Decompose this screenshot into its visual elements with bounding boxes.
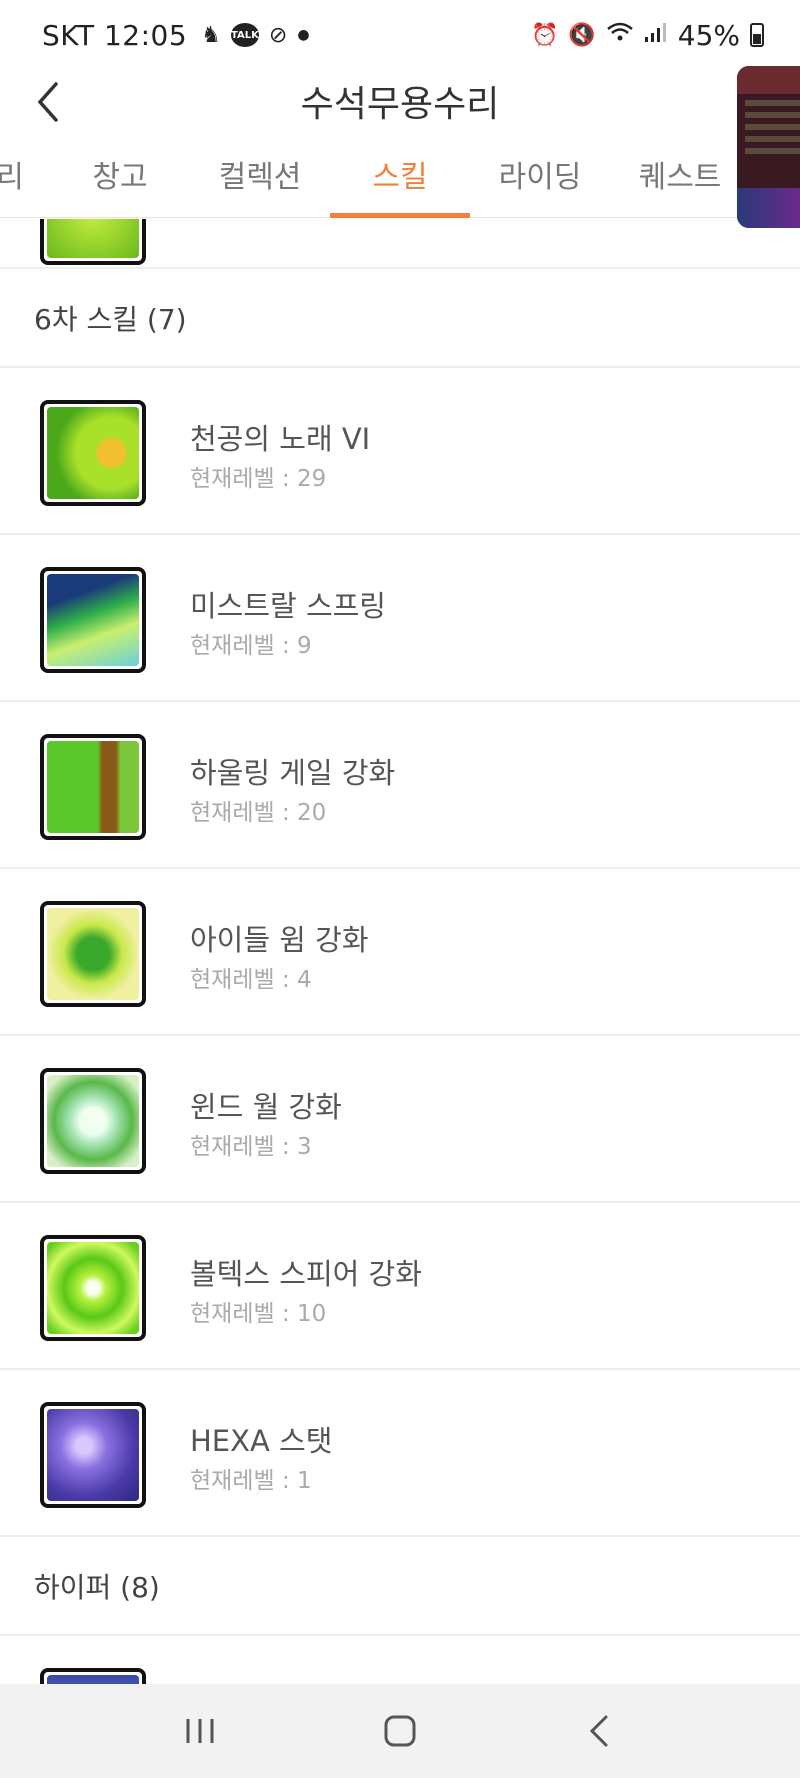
notification-icons: ♞ TALK ⊘ ●	[201, 23, 309, 48]
recent-apps-icon	[186, 1719, 214, 1743]
skill-icon	[40, 1668, 146, 1684]
skill-row[interactable]: 천공의 노래 VI 현재레벨 : 29	[0, 368, 800, 535]
skill-level: 현재레벨 : 1	[190, 1468, 312, 1494]
skill-name: 윈드 월 강화	[190, 1090, 342, 1124]
system-icons: ⏰ 🔇 45%	[531, 19, 764, 52]
tab-skill[interactable]: 스킬	[345, 140, 455, 218]
tab-storage[interactable]: 창고	[70, 140, 170, 218]
skill-row[interactable]: 하울링 게일 강화 현재레벨 : 20	[0, 702, 800, 869]
back-icon	[589, 1715, 608, 1747]
skill-name: 미스트랄 스프링	[190, 589, 386, 623]
tab-quest[interactable]: 퀘스트	[625, 140, 735, 218]
home-icon	[384, 1715, 416, 1747]
skill-icon	[40, 901, 146, 1007]
home-button[interactable]	[360, 1701, 440, 1761]
skill-level: 현재레벨 : 29	[190, 466, 327, 492]
battery-percent: 45%	[677, 18, 740, 52]
system-back-button[interactable]	[560, 1701, 640, 1761]
skill-row[interactable]	[0, 1636, 800, 1684]
active-tab-indicator	[330, 213, 470, 218]
skill-icon	[40, 567, 146, 673]
wifi-icon	[606, 21, 634, 49]
tab-collection[interactable]: 컬렉션	[200, 140, 320, 218]
skill-level: 현재레벨 : 9	[190, 633, 312, 659]
skill-level: 현재레벨 : 20	[190, 800, 327, 826]
skill-row[interactable]: HEXA 스탯 현재레벨 : 1	[0, 1370, 800, 1537]
skill-icon	[40, 734, 146, 840]
app-notification-icon: ♞	[201, 22, 221, 48]
mute-icon: 🔇	[568, 22, 596, 48]
skill-level: 현재레벨 : 10	[190, 1301, 327, 1327]
page-title: 수석무용수리	[300, 84, 500, 125]
tab-riding[interactable]: 라이딩	[480, 140, 600, 218]
pip-thumbnail[interactable]	[737, 66, 800, 228]
battery-icon	[750, 23, 764, 47]
app-header: 수석무용수리	[0, 70, 800, 140]
skill-row[interactable]: 윈드 월 강화 현재레벨 : 3	[0, 1036, 800, 1203]
skill-name: 하울링 게일 강화	[190, 756, 396, 790]
section-header-sixth-skills: 6차 스킬 (7)	[0, 269, 800, 368]
signal-icon	[644, 21, 668, 49]
more-notifications-icon: ●	[297, 27, 310, 43]
talk-icon: TALK	[230, 23, 259, 47]
skill-list: 6차 스킬 (7) 천공의 노래 VI 현재레벨 : 29 미스트랄 스프링 현…	[0, 219, 800, 1684]
status-time: SKT 12:05	[42, 18, 188, 52]
skill-row[interactable]: 아이들 윔 강화 현재레벨 : 4	[0, 869, 800, 1036]
recent-apps-button[interactable]	[160, 1701, 240, 1761]
status-bar: SKT 12:05 ♞ TALK ⊘ ● ⏰ 🔇 45%	[0, 0, 800, 70]
skill-row[interactable]: 볼텍스 스피어 강화 현재레벨 : 10	[0, 1203, 800, 1370]
skill-name: 볼텍스 스피어 강화	[190, 1257, 422, 1291]
skill-icon	[40, 1402, 146, 1508]
skill-name: 아이들 윔 강화	[190, 923, 369, 957]
section-header-hyper: 하이퍼 (8)	[0, 1537, 800, 1636]
skill-icon	[40, 219, 146, 265]
tab-partial[interactable]: 리	[0, 140, 30, 218]
skill-icon	[40, 1068, 146, 1174]
system-nav-bar	[0, 1684, 800, 1778]
blocked-notification-icon: ⊘	[268, 22, 288, 48]
skill-name: 천공의 노래 VI	[190, 422, 371, 456]
skill-icon	[40, 1235, 146, 1341]
skill-icon	[40, 400, 146, 506]
skill-name: HEXA 스탯	[190, 1424, 333, 1458]
skill-level: 현재레벨 : 4	[190, 967, 312, 993]
skill-row[interactable]: 미스트랄 스프링 현재레벨 : 9	[0, 535, 800, 702]
skill-level: 현재레벨 : 3	[190, 1134, 312, 1160]
tab-bar: 리 창고 컬렉션 스킬 라이딩 퀘스트	[0, 140, 800, 218]
alarm-icon: ⏰	[530, 22, 559, 48]
list-item-partial[interactable]	[0, 219, 800, 269]
